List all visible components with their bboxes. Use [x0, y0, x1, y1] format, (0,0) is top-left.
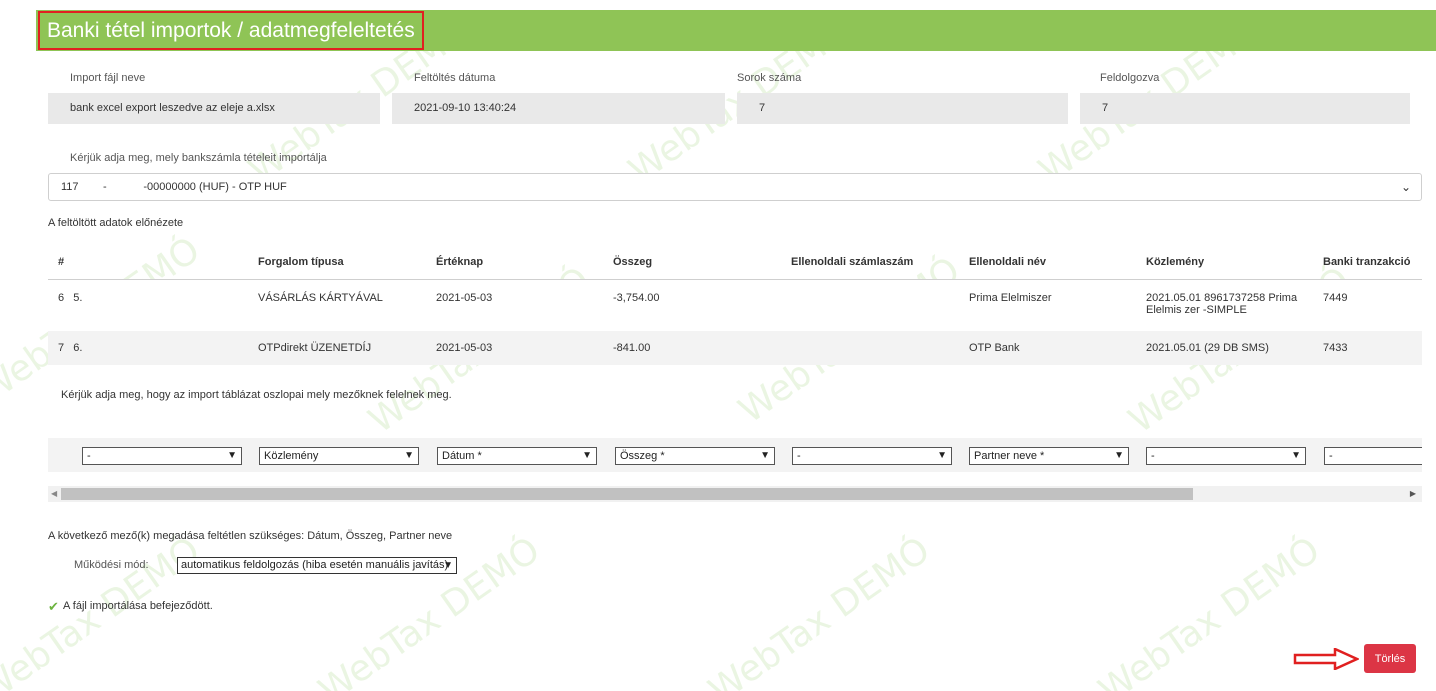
- mapping-select[interactable]: -▼: [1324, 447, 1422, 465]
- check-icon: ✔: [48, 599, 59, 614]
- mapping-select[interactable]: -▼: [792, 447, 952, 465]
- column-header: Ellenoldali név: [959, 245, 1136, 280]
- import-status-text: A fájl importálása befejeződött.: [63, 600, 213, 612]
- column-header: Közlemény: [1136, 245, 1313, 280]
- tx-cell: 7449: [1313, 279, 1422, 331]
- mapping-select[interactable]: Dátum * ▼: [437, 447, 597, 465]
- row-index-cell: 7 6.: [48, 331, 248, 365]
- page-header: Banki tétel importok / adatmegfeleltetés: [36, 10, 1436, 51]
- account-cell: [781, 331, 959, 365]
- row-index-cell: 6 5.: [48, 279, 248, 331]
- type-cell: VÁSÁRLÁS KÁRTYÁVAL: [248, 279, 426, 331]
- chevron-down-icon: ▼: [1114, 450, 1124, 461]
- account-cell: [781, 279, 959, 331]
- name-cell: OTP Bank: [959, 331, 1136, 365]
- chevron-down-icon: ▼: [582, 450, 592, 461]
- preview-title: A feltöltött adatok előnézete: [48, 217, 184, 229]
- chevron-down-icon: ▼: [443, 560, 453, 571]
- amount-cell: -841.00: [603, 331, 781, 365]
- watermark: WebTax DEMÓ: [701, 529, 938, 691]
- processing-mode-select[interactable]: automatikus feldolgozás (hiba esetén man…: [177, 557, 457, 574]
- date-cell: 2021-05-03: [426, 331, 603, 365]
- chevron-down-icon: ▼: [227, 450, 237, 461]
- file-name-field: bank excel export leszedve az eleje a.xl…: [48, 93, 380, 124]
- scroll-right-icon[interactable]: ▶: [1410, 489, 1416, 498]
- table-header-row: # Forgalom típusa Értéknap Összeg Elleno…: [48, 245, 1422, 280]
- chevron-down-icon: ⌄: [1400, 180, 1411, 194]
- arrow-right-icon: [1293, 648, 1359, 670]
- chevron-down-icon: ▼: [404, 450, 414, 461]
- mapping-prompt: Kérjük adja meg, hogy az import táblázat…: [61, 389, 452, 401]
- date-cell: 2021-05-03: [426, 279, 603, 331]
- rows-count-label: Sorok száma: [737, 72, 802, 84]
- column-mapping-row: - ▼ Közlemény ▼ Dátum * ▼ Összeg * ▼ - ▼ Part…: [48, 438, 1422, 472]
- rows-count-field: 7: [737, 93, 1068, 124]
- column-header: Forgalom típusa: [248, 245, 426, 280]
- mapping-select[interactable]: Közlemény ▼: [259, 447, 419, 465]
- column-header: Összeg: [603, 245, 781, 280]
- scrollbar-thumb[interactable]: [61, 488, 1193, 500]
- file-name-label: Import fájl neve: [70, 72, 146, 84]
- scroll-left-icon[interactable]: ◀: [51, 489, 57, 498]
- column-header: Értéknap: [426, 245, 603, 280]
- note-cell: 2021.05.01 8961737258 Prima Elelmis zer …: [1136, 279, 1313, 331]
- name-cell: Prima Elelmiszer: [959, 279, 1136, 331]
- horizontal-scrollbar[interactable]: ◀ ▶: [48, 486, 1422, 502]
- watermark: WebTax DEMÓ: [311, 529, 548, 691]
- chevron-down-icon: ▼: [937, 450, 947, 461]
- type-cell: OTPdirekt ÜZENETDÍJ: [248, 331, 426, 365]
- upload-date-field: 2021-09-10 13:40:24: [392, 93, 725, 124]
- mapping-select[interactable]: Partner neve * ▼: [969, 447, 1129, 465]
- tx-cell: 7433: [1313, 331, 1422, 365]
- preview-table-container[interactable]: # Forgalom típusa Értéknap Összeg Elleno…: [48, 245, 1422, 365]
- preview-table: # Forgalom típusa Értéknap Összeg Elleno…: [48, 245, 1422, 365]
- mode-label: Működési mód:: [74, 559, 149, 571]
- table-row: 7 6. OTPdirekt ÜZENETDÍJ 2021-05-03 -841…: [48, 331, 1422, 365]
- mapping-select[interactable]: -▼: [1146, 447, 1306, 465]
- page-title: Banki tétel importok / adatmegfeleltetés: [38, 11, 424, 50]
- mapping-select[interactable]: -▼: [82, 447, 242, 465]
- table-row: 6 5. VÁSÁRLÁS KÁRTYÁVAL 2021-05-03 -3,75…: [48, 279, 1422, 331]
- processed-label: Feldolgozva: [1100, 72, 1160, 84]
- bank-account-value: 117 - -00000000 (HUF) - OTP HUF: [61, 181, 287, 193]
- column-header: Banki tranzakció: [1313, 245, 1422, 280]
- column-header: Ellenoldali számlaszám: [781, 245, 959, 280]
- note-cell: 2021.05.01 (29 DB SMS): [1136, 331, 1313, 365]
- mapping-select[interactable]: Összeg * ▼: [615, 447, 775, 465]
- chevron-down-icon: ▼: [760, 450, 770, 461]
- required-fields-text: A következő mező(k) megadása feltétlen s…: [48, 530, 453, 542]
- chevron-down-icon: ▼: [1291, 450, 1301, 461]
- column-header: #: [48, 245, 248, 280]
- bank-account-select[interactable]: 117 - -00000000 (HUF) - OTP HUF ⌄: [48, 173, 1422, 201]
- delete-button[interactable]: Törlés: [1364, 644, 1416, 673]
- amount-cell: -3,754.00: [603, 279, 781, 331]
- upload-date-label: Feltöltés dátuma: [414, 72, 496, 84]
- account-prompt: Kérjük adja meg, mely bankszámla tételei…: [70, 152, 327, 164]
- processed-field: 7: [1080, 93, 1410, 124]
